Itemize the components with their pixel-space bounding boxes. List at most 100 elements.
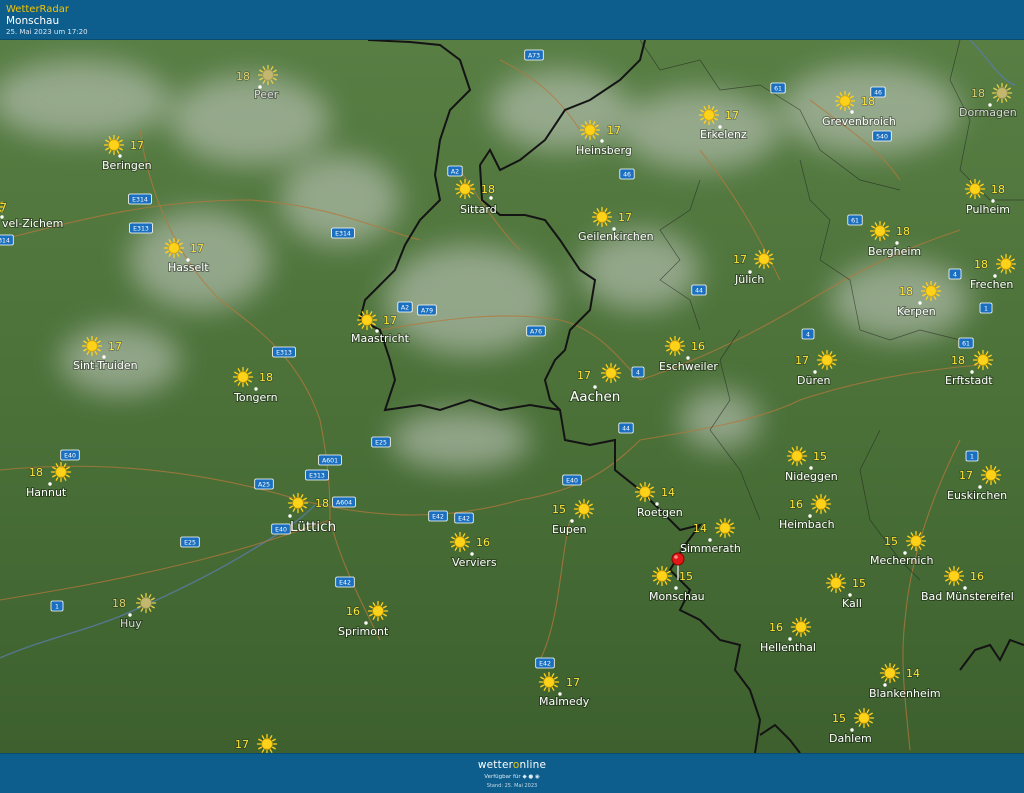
road-shield: 4 bbox=[631, 366, 645, 378]
city-name: Eupen bbox=[552, 523, 587, 536]
city-name: vel-Zichem bbox=[2, 217, 63, 230]
road-shield: 4 bbox=[948, 268, 962, 280]
road-shield: E42 bbox=[535, 657, 555, 669]
road-shield: A601 bbox=[318, 454, 342, 466]
city-temperature: 15 bbox=[852, 577, 866, 590]
road-shield: 46 bbox=[619, 168, 635, 180]
city-temperature: 18 bbox=[481, 183, 495, 196]
city-temperature: 15 bbox=[884, 535, 898, 548]
city-temperature: 18 bbox=[315, 497, 329, 510]
city-temperature: 17 bbox=[607, 124, 621, 137]
city-name: Nideggen bbox=[785, 470, 838, 483]
city-dot bbox=[489, 196, 493, 200]
radar-map[interactable]: A73 61 46 540 A2 46 E314 E313 E314 61 314 A2 A79 A76 4… bbox=[0, 40, 1024, 753]
logo-part1: wetter bbox=[477, 759, 513, 771]
city-temperature: 18 bbox=[974, 258, 988, 271]
road-shield-label: 46 bbox=[623, 171, 631, 178]
road-shield: A25 bbox=[254, 478, 274, 490]
city-name: Sittard bbox=[460, 203, 497, 216]
city-temperature: 17 bbox=[130, 139, 144, 152]
city-name: Eschweiler bbox=[659, 360, 718, 373]
road-shield: 1 bbox=[50, 600, 64, 612]
road-shield-label: E314 bbox=[335, 230, 351, 237]
road-shield-label: E42 bbox=[339, 579, 351, 586]
city-dot bbox=[288, 514, 292, 518]
city-temperature: 17 bbox=[959, 469, 973, 482]
city-name: Huy bbox=[120, 617, 142, 630]
location-title: Monschau bbox=[6, 15, 60, 27]
city-temperature: 16 bbox=[476, 536, 490, 549]
road-shield: E313 bbox=[272, 346, 296, 358]
city-temperature: 18 bbox=[861, 95, 875, 108]
city-name: Frechen bbox=[970, 278, 1013, 291]
road-shield: 314 bbox=[0, 234, 14, 246]
city-name: Verviers bbox=[452, 556, 497, 569]
road-shield-label: E314 bbox=[132, 196, 148, 203]
wetteronline-logo[interactable]: wetteronline bbox=[0, 759, 1024, 771]
city-temperature: 15 bbox=[813, 450, 827, 463]
city-name: Bad Münstereifel bbox=[921, 590, 1014, 603]
city-temperature: 14 bbox=[661, 486, 675, 499]
road-shield: E314 bbox=[331, 227, 355, 239]
city-name: Lüttich bbox=[290, 519, 336, 535]
city-name: Simmerath bbox=[680, 542, 741, 555]
road-shield-label: 44 bbox=[695, 287, 703, 294]
app-footer: wetteronline Verfügbar für ◆ ● ◉ Stand: … bbox=[0, 753, 1024, 793]
city-name: Monschau bbox=[649, 590, 705, 603]
city-name: Tongern bbox=[233, 391, 278, 404]
city-name: Malmedy bbox=[539, 695, 590, 708]
city-name: Hasselt bbox=[168, 261, 209, 274]
city-name: Sint-Truiden bbox=[73, 359, 138, 372]
city-name: Erftstadt bbox=[945, 374, 993, 387]
road-shield: E313 bbox=[305, 469, 329, 481]
city-temperature: 18 bbox=[971, 87, 985, 100]
city-name: Euskirchen bbox=[947, 489, 1007, 502]
road-shield-label: 1 bbox=[984, 305, 988, 312]
road-shield-label: 61 bbox=[774, 85, 782, 92]
road-shield: 44 bbox=[691, 284, 707, 296]
city-name: Kall bbox=[842, 597, 862, 610]
road-shield-label: 1 bbox=[970, 453, 974, 460]
radar-datetime: 25. Mai 2023 um 17:20 bbox=[6, 28, 88, 36]
road-shield: E313 bbox=[129, 222, 153, 234]
road-shield-label: 46 bbox=[874, 89, 882, 96]
city-temperature: 14 bbox=[906, 667, 920, 680]
road-shield-label: E25 bbox=[375, 439, 387, 446]
road-shield: E40 bbox=[562, 474, 582, 486]
road-shield-label: E42 bbox=[432, 513, 444, 520]
city-temperature: 15 bbox=[679, 570, 693, 583]
city-temperature: 15 bbox=[552, 503, 566, 516]
city-name: Mechernich bbox=[870, 554, 933, 567]
app-name: WetterRadar bbox=[6, 4, 70, 15]
city-name: Dahlem bbox=[829, 732, 872, 745]
road-shield: 61 bbox=[770, 82, 786, 94]
road-shield-label: E42 bbox=[458, 515, 470, 522]
road-shield: 540 bbox=[872, 130, 892, 142]
road-shield-label: 61 bbox=[851, 217, 859, 224]
city-name: Beringen bbox=[102, 159, 152, 172]
road-shield-label: 540 bbox=[876, 133, 888, 140]
road-shield-label: 4 bbox=[953, 271, 957, 278]
city-temperature: 14 bbox=[693, 522, 707, 535]
road-shield: 61 bbox=[847, 214, 863, 226]
road-shield-label: A73 bbox=[528, 52, 540, 59]
city-temperature: 16 bbox=[970, 570, 984, 583]
road-shield-label: 61 bbox=[962, 340, 970, 347]
road-shield-label: E40 bbox=[566, 477, 578, 484]
availability-text: Verfügbar für ◆ ● ◉ bbox=[0, 774, 1024, 780]
city-temperature: 17 bbox=[235, 738, 249, 751]
road-shield: 1 bbox=[979, 302, 993, 314]
city-name: Roetgen bbox=[637, 506, 683, 519]
city-name: Kerpen bbox=[897, 305, 936, 318]
road-shield-label: 44 bbox=[622, 425, 630, 432]
road-shield-label: E313 bbox=[309, 472, 325, 479]
city-name: Erkelenz bbox=[700, 128, 747, 141]
city-temperature: 16 bbox=[789, 498, 803, 511]
city-temperature: 16 bbox=[346, 605, 360, 618]
city-temperature: 17 bbox=[108, 340, 122, 353]
data-stand-text: Stand: 25. Mai 2023 bbox=[486, 783, 538, 789]
city-temperature: 17 bbox=[725, 109, 739, 122]
road-shield: E40 bbox=[60, 449, 80, 461]
city-name: Bergheim bbox=[868, 245, 921, 258]
road-shield-label: E25 bbox=[184, 539, 196, 546]
